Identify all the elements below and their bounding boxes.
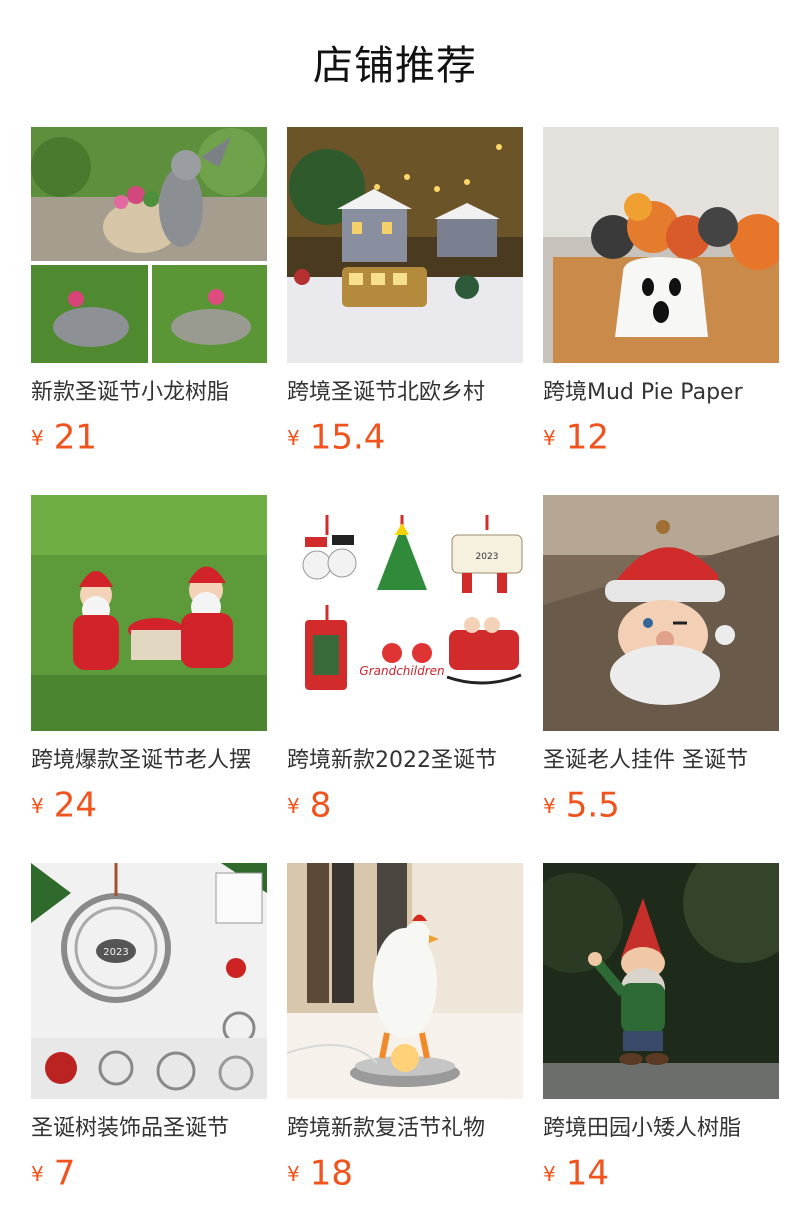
product-name[interactable]: 跨境圣诞节北欧乡村	[287, 377, 523, 409]
product-price: ¥21	[31, 415, 267, 459]
product-card[interactable]: 跨境新款复活节礼物 ¥18	[287, 863, 523, 1231]
product-image-chicken-lamp[interactable]	[287, 863, 523, 1099]
product-card[interactable]: 跨境田园小矮人树脂 ¥14	[543, 863, 779, 1231]
section-title: 店铺推荐	[313, 43, 477, 89]
price-value: 15.4	[309, 417, 386, 458]
currency-symbol: ¥	[543, 1161, 556, 1186]
product-name[interactable]: 跨境新款2022圣诞节	[287, 745, 523, 777]
product-name[interactable]: 跨境爆款圣诞节老人摆	[31, 745, 267, 777]
ornament-name-text: Grandchildren	[359, 664, 444, 678]
product-price: ¥18	[287, 1151, 523, 1195]
product-grid: 新款圣诞节小龙树脂 ¥21 跨境圣诞节北欧乡村 ¥ 15.4 跨境Mud Pie…	[31, 127, 779, 1231]
product-image-silver-ornaments[interactable]: 2023	[31, 863, 267, 1099]
product-card[interactable]: 圣诞老人挂件 圣诞节 ¥5.5	[543, 495, 779, 863]
product-card[interactable]: 跨境圣诞节北欧乡村 ¥15.4	[287, 127, 523, 495]
currency-symbol: ¥	[287, 1161, 300, 1186]
price-value: 12	[565, 417, 609, 458]
product-image-santa-figurines[interactable]	[31, 495, 267, 731]
product-price: ¥8	[287, 783, 523, 827]
product-card[interactable]: 2023 Grandchildren 跨境新款2022圣诞节 ¥ 8	[287, 495, 523, 863]
price-value: 8	[309, 785, 332, 826]
product-price: ¥7	[31, 1151, 267, 1195]
product-card[interactable]: 跨境Mud Pie Paper ¥12	[543, 127, 779, 495]
currency-symbol: ¥	[31, 793, 44, 818]
product-image-garden-gnome[interactable]	[543, 863, 779, 1099]
price-value: 5.5	[565, 785, 620, 826]
product-name[interactable]: 跨境Mud Pie Paper	[543, 377, 779, 409]
product-card[interactable]: 2023 圣诞树装饰品圣诞节 ¥7	[31, 863, 267, 1231]
product-image-christmas-village[interactable]	[287, 127, 523, 363]
currency-symbol: ¥	[543, 425, 556, 450]
product-price: ¥12	[543, 415, 779, 459]
currency-symbol: ¥	[287, 425, 300, 450]
product-name[interactable]: 圣诞树装饰品圣诞节	[31, 1113, 267, 1145]
product-name[interactable]: 圣诞老人挂件 圣诞节	[543, 745, 779, 777]
product-price: ¥14	[543, 1151, 779, 1195]
product-image-ghost-planter[interactable]	[543, 127, 779, 363]
product-image-ornament-set[interactable]: 2023 Grandchildren	[287, 495, 523, 731]
product-name[interactable]: 新款圣诞节小龙树脂	[31, 377, 267, 409]
product-card[interactable]: 跨境爆款圣诞节老人摆 ¥24	[31, 495, 267, 863]
product-name[interactable]: 跨境田园小矮人树脂	[543, 1113, 779, 1145]
currency-symbol: ¥	[287, 793, 300, 818]
product-image-santa-head[interactable]	[543, 495, 779, 731]
ornament-year-text: 2023	[103, 947, 128, 958]
product-price: ¥5.5	[543, 783, 779, 827]
product-name[interactable]: 跨境新款复活节礼物	[287, 1113, 523, 1145]
currency-symbol: ¥	[543, 793, 556, 818]
price-value: 24	[53, 785, 97, 826]
price-value: 18	[309, 1153, 353, 1194]
store-recommendations-page: 店铺推荐 新款圣诞节小龙树脂 ¥ 21 跨境圣诞节北欧乡村 ¥ 15.4 跨境M…	[0, 0, 790, 1232]
ornament-year-text: 2023	[476, 552, 499, 562]
product-price: ¥24	[31, 783, 267, 827]
product-image-dragon-planter[interactable]	[31, 127, 267, 363]
price-value: 7	[53, 1153, 76, 1194]
product-card[interactable]: 新款圣诞节小龙树脂 ¥21	[31, 127, 267, 495]
currency-symbol: ¥	[31, 425, 44, 450]
product-price: ¥15.4	[287, 415, 523, 459]
price-value: 21	[53, 417, 97, 458]
price-value: 14	[565, 1153, 609, 1194]
currency-symbol: ¥	[31, 1161, 44, 1186]
